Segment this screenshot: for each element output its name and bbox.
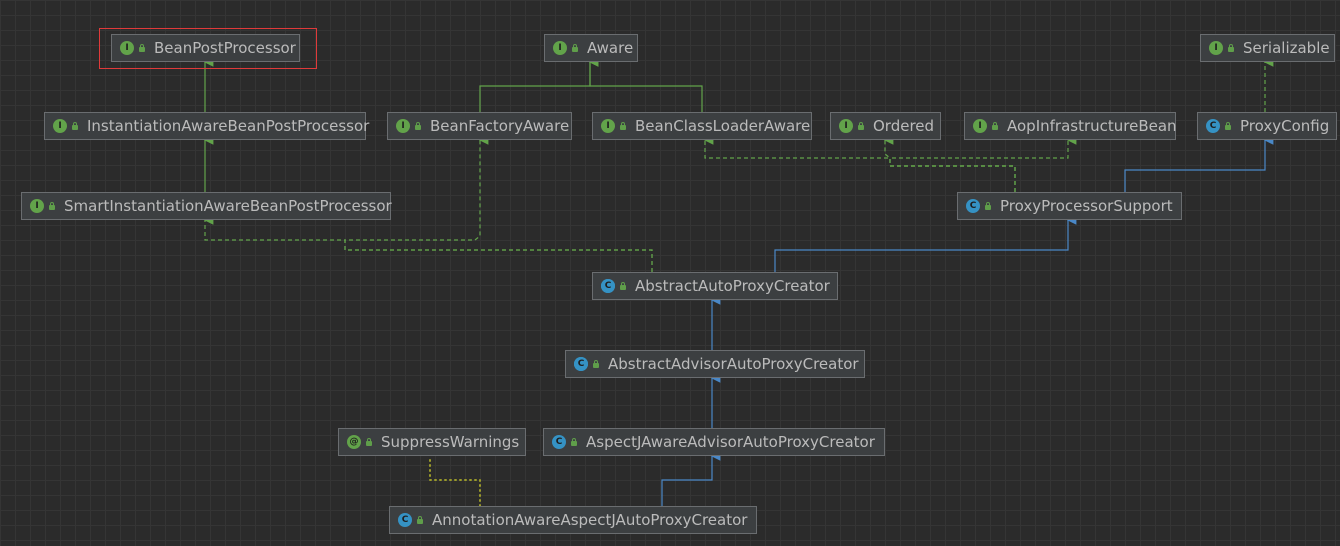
node-iabpp[interactable]: I InstantiationAwareBeanPostProcessor [44,112,369,140]
node-bcla[interactable]: I BeanClassLoaderAware [592,112,812,140]
public-visibility-icon [48,202,56,210]
public-visibility-icon [571,44,579,52]
annotation-icon: @ [347,435,361,449]
interface-icon: I [601,119,615,133]
edge-aajapc-to-ajaapc [661,451,721,506]
public-visibility-icon [991,122,999,130]
node-aapc[interactable]: C AbstractAutoProxyCreator [592,272,838,300]
node-ajaapc[interactable]: C AspectJAwareAdvisorAutoProxyCreator [543,428,885,456]
public-visibility-icon [619,122,627,130]
node-proxyconfig[interactable]: C ProxyConfig [1197,112,1337,140]
node-label: AopInfrastructureBean [1007,117,1177,135]
node-siabpp[interactable]: I SmartInstantiationAwareBeanPostProcesso… [21,192,392,220]
public-visibility-icon [1227,44,1235,52]
node-aajapc[interactable]: C AnnotationAwareAspectJAutoProxyCreator [389,506,757,534]
node-label: InstantiationAwareBeanPostProcessor [87,117,370,135]
edge-aapc-to-siabpp [203,215,653,272]
node-aaapc[interactable]: C AbstractAdvisorAutoProxyCreator [565,350,865,378]
public-visibility-icon [570,438,578,446]
node-label: AspectJAwareAdvisorAutoProxyCreator [586,433,875,451]
public-visibility-icon [857,122,865,130]
edge-pps-to-proxyconfig [1124,135,1274,192]
node-label: ProxyConfig [1240,117,1330,135]
public-visibility-icon [414,122,422,130]
node-label: BeanFactoryAware [430,117,570,135]
node-label: SuppressWarnings [381,433,520,451]
interface-icon: I [553,41,567,55]
interface-icon: I [973,119,987,133]
node-label: AbstractAutoProxyCreator [635,277,830,295]
edge-pps-to-aib [889,135,1077,192]
interface-icon: I [1209,41,1223,55]
node-aware[interactable]: I Aware [544,34,638,62]
node-label: ProxyProcessorSupport [1000,197,1173,215]
public-visibility-icon [984,202,992,210]
edge-bfa-to-aware [479,57,599,112]
class-icon: C [1206,119,1220,133]
public-visibility-icon [416,516,424,524]
node-label: Aware [587,39,634,57]
interface-icon: I [396,119,410,133]
interface-icon: I [839,119,853,133]
node-label: BeanClassLoaderAware [635,117,811,135]
node-pps[interactable]: C ProxyProcessorSupport [957,192,1182,220]
node-ordered[interactable]: I Ordered [830,112,941,140]
node-bpp[interactable]: I BeanPostProcessor [111,34,300,62]
node-aib[interactable]: I AopInfrastructureBean [964,112,1177,140]
node-label: Ordered [873,117,935,135]
public-visibility-icon [592,360,600,368]
public-visibility-icon [71,122,79,130]
abstract-icon: C [574,357,588,371]
interface-icon: I [120,41,134,55]
edge-aajapc-to-sw [429,455,481,507]
public-visibility-icon [365,438,373,446]
public-visibility-icon [1224,122,1232,130]
interface-icon: I [30,199,44,213]
abstract-icon: C [601,279,615,293]
node-sw[interactable]: @ SuppressWarnings [338,428,526,456]
public-visibility-icon [619,282,627,290]
node-bfa[interactable]: I BeanFactoryAware [387,112,572,140]
edge-aapc-to-pps [774,215,1077,272]
node-label: Serializable [1243,39,1330,57]
interface-icon: I [53,119,67,133]
edge-bcla-to-aware [588,57,703,112]
node-label: SmartInstantiationAwareBeanPostProcessor [64,197,392,215]
node-serializable[interactable]: I Serializable [1200,34,1335,62]
node-label: AnnotationAwareAspectJAutoProxyCreator [432,511,748,529]
node-label: BeanPostProcessor [154,39,296,57]
class-icon: C [398,513,412,527]
class-icon: C [552,435,566,449]
node-label: AbstractAdvisorAutoProxyCreator [608,355,859,373]
class-icon: C [966,199,980,213]
public-visibility-icon [138,44,146,52]
